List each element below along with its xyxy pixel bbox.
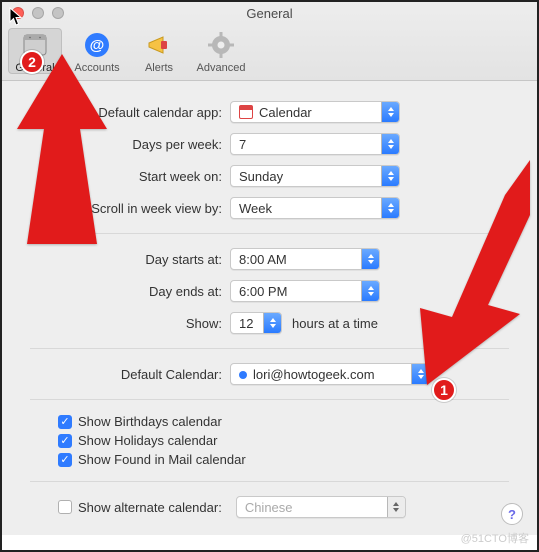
start-week-popup[interactable]: Sunday [230, 165, 400, 187]
help-button[interactable]: ? [501, 503, 523, 525]
checkbox-group: Show Birthdays calendar Show Holidays ca… [30, 414, 509, 467]
alternate-calendar-popup[interactable]: Chinese [236, 496, 406, 518]
checkbox-icon [58, 415, 72, 429]
label-default-calendar: Default Calendar: [30, 367, 230, 382]
day-starts-popup[interactable]: 8:00 AM [230, 248, 380, 270]
day-ends-popup[interactable]: 6:00 PM [230, 280, 380, 302]
minimize-window-button[interactable] [32, 7, 44, 19]
prefs-content: Default calendar app: Calendar Days per … [2, 81, 537, 535]
alerts-icon [144, 30, 174, 60]
chevron-updown-icon [381, 166, 399, 186]
checkbox-icon [58, 453, 72, 467]
divider [30, 399, 509, 400]
chevron-updown-icon [361, 281, 379, 301]
checkbox-show-birthdays[interactable]: Show Birthdays calendar [30, 414, 509, 429]
calendar-app-icon [239, 105, 253, 119]
chevron-updown-icon [381, 198, 399, 218]
label-day-ends: Day ends at: [30, 284, 230, 299]
days-per-week-popup[interactable]: 7 [230, 133, 400, 155]
chevron-updown-icon [411, 364, 429, 384]
chevron-updown-icon [381, 102, 399, 122]
window-title: General [2, 6, 537, 21]
tab-general[interactable]: General [8, 28, 62, 74]
divider [30, 481, 509, 482]
label-default-app: Default calendar app: [30, 105, 230, 120]
chevron-updown-icon [387, 497, 405, 517]
titlebar: General [2, 2, 537, 24]
accounts-icon: @ [82, 30, 112, 60]
label-day-starts: Day starts at: [30, 252, 230, 267]
close-window-button[interactable] [12, 7, 24, 19]
checkbox-show-alternate-calendar[interactable]: Show alternate calendar: [58, 500, 222, 515]
label-show: Show: [30, 316, 230, 331]
checkbox-icon [58, 434, 72, 448]
chevron-updown-icon [361, 249, 379, 269]
scroll-week-popup[interactable]: Week [230, 197, 400, 219]
tab-accounts[interactable]: @ Accounts [70, 28, 124, 74]
chevron-updown-icon [263, 313, 281, 333]
chevron-updown-icon [381, 134, 399, 154]
label-scroll-week: Scroll in week view by: [30, 201, 230, 216]
window-chrome: General General @ Accounts Alerts Advanc… [2, 2, 537, 81]
general-icon [20, 30, 50, 60]
default-calendar-app-popup[interactable]: Calendar [230, 101, 400, 123]
tab-advanced[interactable]: Advanced [194, 28, 248, 74]
divider [30, 348, 509, 349]
prefs-toolbar: General @ Accounts Alerts Advanced [2, 24, 537, 80]
checkbox-show-found-in-mail[interactable]: Show Found in Mail calendar [30, 452, 509, 467]
checkbox-icon [58, 500, 72, 514]
label-days-per-week: Days per week: [30, 137, 230, 152]
show-hours-stepper[interactable]: 12 [230, 312, 282, 334]
checkbox-show-holidays[interactable]: Show Holidays calendar [30, 433, 509, 448]
advanced-icon [206, 30, 236, 60]
default-calendar-popup[interactable]: lori@howtogeek.com [230, 363, 430, 385]
tab-alerts[interactable]: Alerts [132, 28, 186, 74]
calendar-color-dot-icon [239, 371, 247, 379]
zoom-window-button[interactable] [52, 7, 64, 19]
label-hours-suffix: hours at a time [292, 316, 378, 331]
divider [30, 233, 509, 234]
window-controls [2, 7, 64, 19]
label-start-week: Start week on: [30, 169, 230, 184]
svg-text:@: @ [90, 37, 105, 54]
